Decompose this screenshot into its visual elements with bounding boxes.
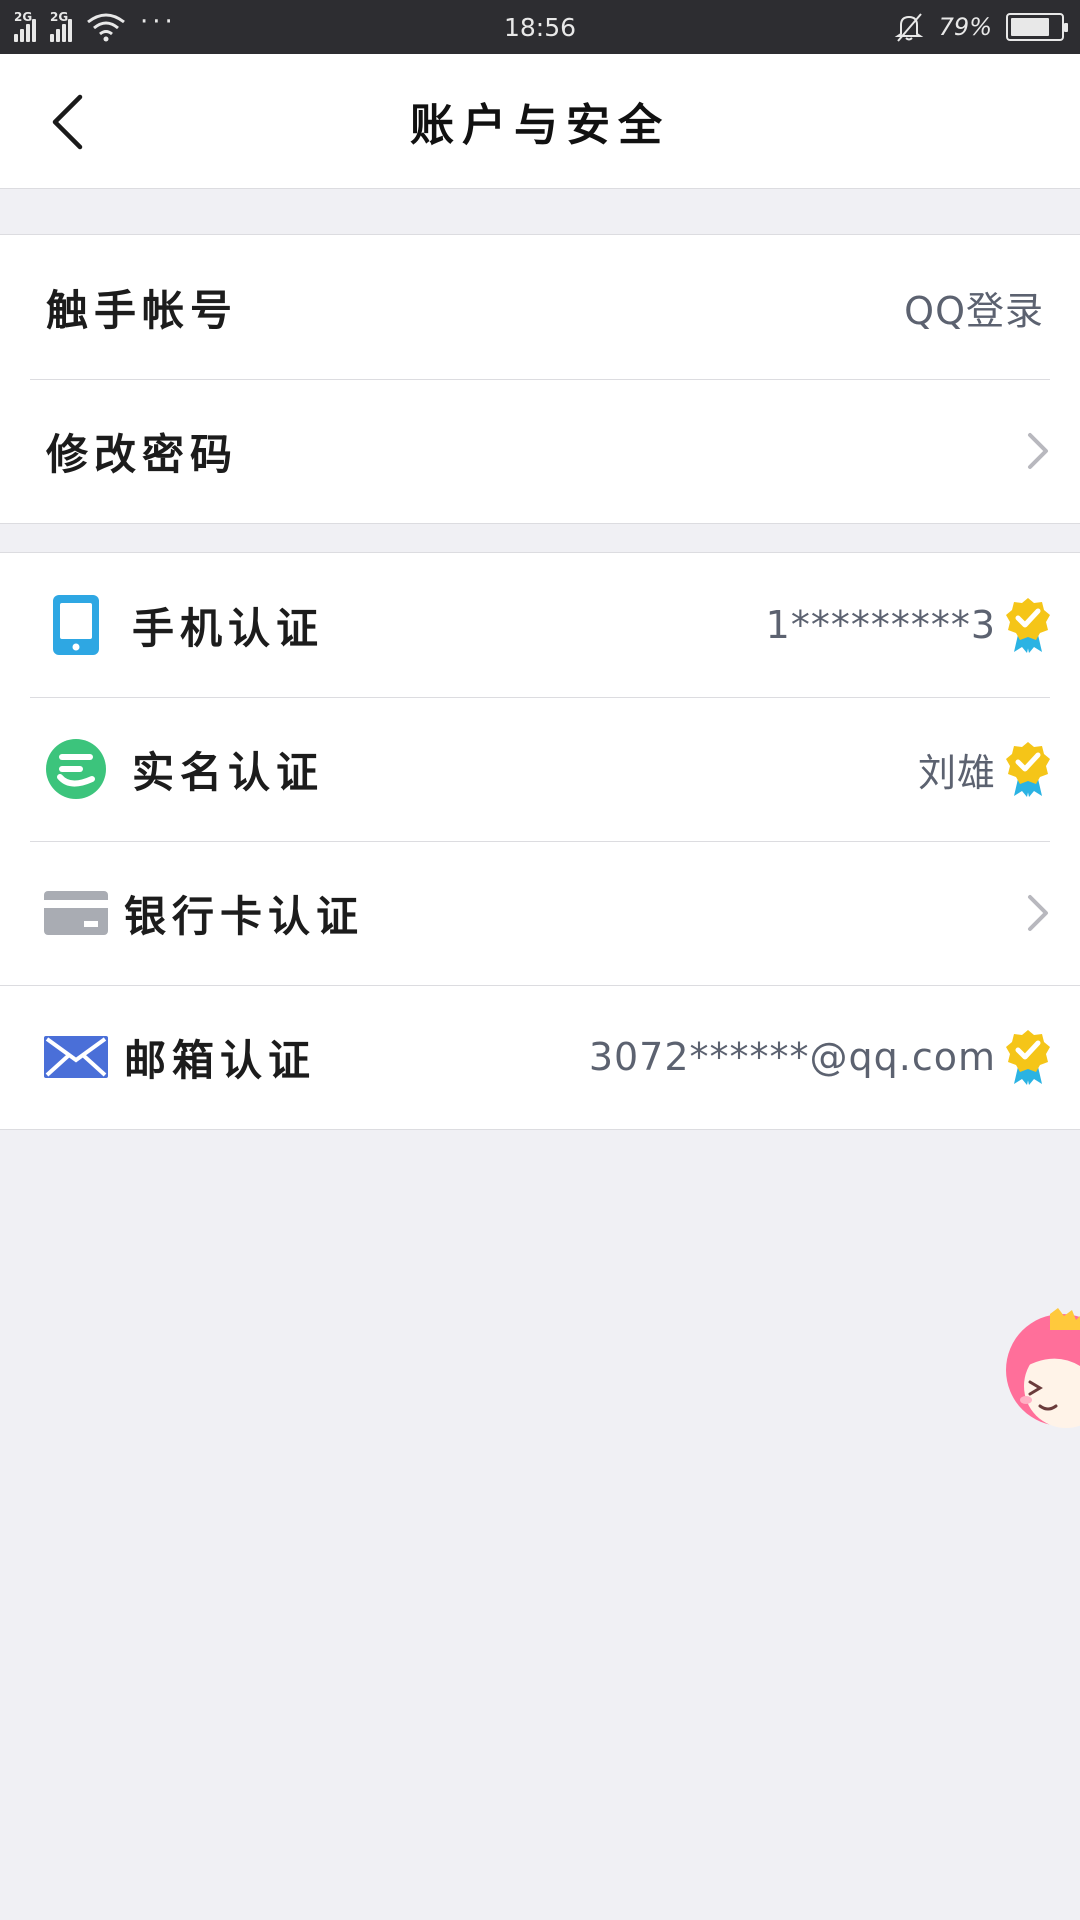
- verified-badge-icon: [1006, 742, 1050, 797]
- bank-card-verification-label: 银行卡认证: [124, 891, 365, 941]
- email-value: 3072******@qq.com: [588, 1035, 996, 1079]
- more-notifications-icon: ···: [140, 7, 177, 37]
- change-password-label: 修改密码: [46, 429, 239, 479]
- bank-card-icon: [44, 883, 108, 943]
- status-right: 79%: [893, 11, 1068, 43]
- verified-badge-icon: [1006, 1030, 1050, 1085]
- verification-section: 手机认证 1*********3 实名认证 刘雄 银行卡认证 邮箱认证 3072…: [0, 552, 1080, 1130]
- status-left: 2G 2G ···: [14, 7, 177, 42]
- chevron-right-icon: [1028, 895, 1048, 931]
- battery-percent: 79%: [938, 13, 992, 41]
- back-button[interactable]: [40, 92, 96, 152]
- chevron-right-icon: [1028, 433, 1048, 469]
- email-verification-label: 邮箱认证: [124, 1035, 317, 1085]
- signal-icon: 2G: [14, 10, 36, 42]
- status-bar: 2G 2G ··· 18:56 79%: [0, 0, 1080, 54]
- signal-icon: 2G: [50, 10, 72, 42]
- real-name-value: 刘雄: [917, 750, 996, 795]
- battery-fill: [1011, 18, 1049, 36]
- account-value: QQ登录: [904, 288, 1044, 333]
- signal-tag: 2G: [14, 10, 33, 24]
- page-title: 账户与安全: [410, 100, 670, 151]
- account-row[interactable]: 触手帐号 QQ登录: [0, 235, 1080, 379]
- real-name-verification-row[interactable]: 实名认证 刘雄: [0, 697, 1080, 841]
- account-label: 触手帐号: [46, 285, 239, 335]
- battery-icon: [1006, 13, 1068, 41]
- navigation-bar: 账户与安全: [0, 54, 1080, 189]
- phone-number-value: 1*********3: [765, 603, 996, 647]
- phone-verification-row[interactable]: 手机认证 1*********3: [0, 553, 1080, 697]
- phone-icon: [46, 595, 106, 655]
- mail-icon: [44, 1027, 108, 1087]
- floating-mascot-icon[interactable]: [1000, 1308, 1080, 1428]
- bank-card-verification-row[interactable]: 银行卡认证: [0, 841, 1080, 985]
- email-verification-row[interactable]: 邮箱认证 3072******@qq.com: [0, 985, 1080, 1129]
- real-name-icon: [46, 739, 106, 799]
- account-section: 触手帐号 QQ登录 修改密码: [0, 234, 1080, 524]
- wifi-icon: [87, 13, 125, 42]
- verified-badge-icon: [1006, 598, 1050, 653]
- phone-verification-label: 手机认证: [132, 603, 325, 653]
- change-password-row[interactable]: 修改密码: [0, 379, 1080, 523]
- real-name-verification-label: 实名认证: [132, 747, 325, 797]
- signal-tag: 2G: [50, 10, 69, 24]
- bell-muted-icon: [894, 13, 923, 42]
- chevron-left-icon: [52, 94, 83, 150]
